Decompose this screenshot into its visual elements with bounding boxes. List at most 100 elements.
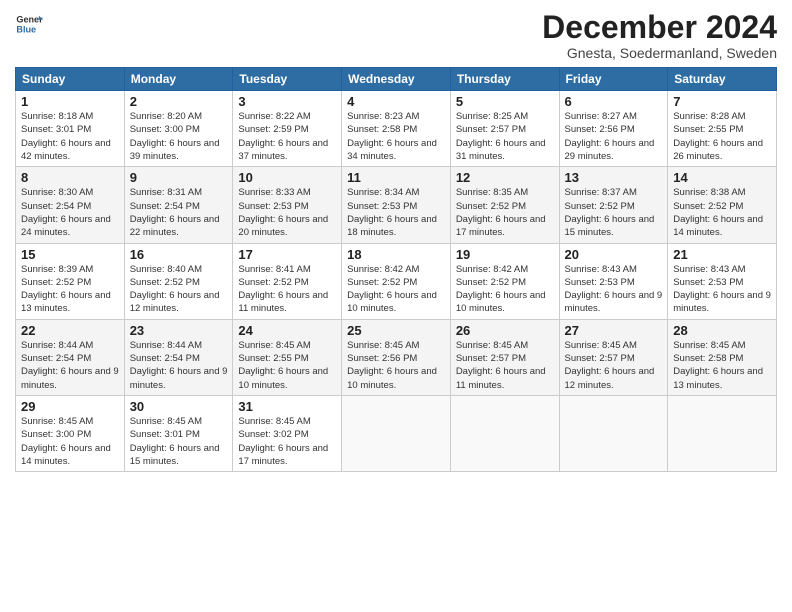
day-info: Sunrise: 8:30 AM Sunset: 2:54 PM Dayligh…: [21, 186, 119, 239]
day-info: Sunrise: 8:34 AM Sunset: 2:53 PM Dayligh…: [347, 186, 445, 239]
day-info: Sunrise: 8:39 AM Sunset: 2:52 PM Dayligh…: [21, 263, 119, 316]
calendar-cell: 9 Sunrise: 8:31 AM Sunset: 2:54 PM Dayli…: [124, 167, 233, 243]
weekday-header: Saturday: [668, 68, 777, 91]
calendar-cell: 28 Sunrise: 8:45 AM Sunset: 2:58 PM Dayl…: [668, 319, 777, 395]
calendar-cell: 6 Sunrise: 8:27 AM Sunset: 2:56 PM Dayli…: [559, 91, 668, 167]
calendar-cell: 16 Sunrise: 8:40 AM Sunset: 2:52 PM Dayl…: [124, 243, 233, 319]
header: General Blue December 2024 Gnesta, Soede…: [15, 10, 777, 61]
day-info: Sunrise: 8:35 AM Sunset: 2:52 PM Dayligh…: [456, 186, 554, 239]
day-info: Sunrise: 8:41 AM Sunset: 2:52 PM Dayligh…: [238, 263, 336, 316]
calendar-cell: 15 Sunrise: 8:39 AM Sunset: 2:52 PM Dayl…: [16, 243, 125, 319]
calendar-cell: [559, 395, 668, 471]
day-info: Sunrise: 8:27 AM Sunset: 2:56 PM Dayligh…: [565, 110, 663, 163]
day-number: 24: [238, 323, 336, 338]
calendar-cell: 1 Sunrise: 8:18 AM Sunset: 3:01 PM Dayli…: [16, 91, 125, 167]
calendar-cell: 5 Sunrise: 8:25 AM Sunset: 2:57 PM Dayli…: [450, 91, 559, 167]
calendar-cell: 29 Sunrise: 8:45 AM Sunset: 3:00 PM Dayl…: [16, 395, 125, 471]
day-number: 5: [456, 94, 554, 109]
page: General Blue December 2024 Gnesta, Soede…: [0, 0, 792, 612]
calendar-cell: 2 Sunrise: 8:20 AM Sunset: 3:00 PM Dayli…: [124, 91, 233, 167]
day-info: Sunrise: 8:42 AM Sunset: 2:52 PM Dayligh…: [347, 263, 445, 316]
day-number: 9: [130, 170, 228, 185]
day-number: 30: [130, 399, 228, 414]
day-number: 1: [21, 94, 119, 109]
day-number: 23: [130, 323, 228, 338]
weekday-header-row: SundayMondayTuesdayWednesdayThursdayFrid…: [16, 68, 777, 91]
calendar-cell: 31 Sunrise: 8:45 AM Sunset: 3:02 PM Dayl…: [233, 395, 342, 471]
day-number: 22: [21, 323, 119, 338]
calendar-cell: [450, 395, 559, 471]
day-info: Sunrise: 8:45 AM Sunset: 2:57 PM Dayligh…: [456, 339, 554, 392]
weekday-header: Thursday: [450, 68, 559, 91]
calendar-cell: 24 Sunrise: 8:45 AM Sunset: 2:55 PM Dayl…: [233, 319, 342, 395]
logo: General Blue: [15, 10, 43, 38]
day-number: 4: [347, 94, 445, 109]
day-number: 27: [565, 323, 663, 338]
day-number: 31: [238, 399, 336, 414]
calendar-week-row: 29 Sunrise: 8:45 AM Sunset: 3:00 PM Dayl…: [16, 395, 777, 471]
day-info: Sunrise: 8:45 AM Sunset: 2:56 PM Dayligh…: [347, 339, 445, 392]
day-number: 26: [456, 323, 554, 338]
calendar-cell: 26 Sunrise: 8:45 AM Sunset: 2:57 PM Dayl…: [450, 319, 559, 395]
day-info: Sunrise: 8:37 AM Sunset: 2:52 PM Dayligh…: [565, 186, 663, 239]
calendar-cell: 7 Sunrise: 8:28 AM Sunset: 2:55 PM Dayli…: [668, 91, 777, 167]
weekday-header: Sunday: [16, 68, 125, 91]
day-info: Sunrise: 8:45 AM Sunset: 2:58 PM Dayligh…: [673, 339, 771, 392]
day-info: Sunrise: 8:42 AM Sunset: 2:52 PM Dayligh…: [456, 263, 554, 316]
calendar-cell: 8 Sunrise: 8:30 AM Sunset: 2:54 PM Dayli…: [16, 167, 125, 243]
logo-icon: General Blue: [15, 10, 43, 38]
day-number: 18: [347, 247, 445, 262]
day-number: 28: [673, 323, 771, 338]
day-number: 15: [21, 247, 119, 262]
calendar-cell: 20 Sunrise: 8:43 AM Sunset: 2:53 PM Dayl…: [559, 243, 668, 319]
day-info: Sunrise: 8:45 AM Sunset: 3:02 PM Dayligh…: [238, 415, 336, 468]
calendar-cell: 27 Sunrise: 8:45 AM Sunset: 2:57 PM Dayl…: [559, 319, 668, 395]
calendar-cell: 12 Sunrise: 8:35 AM Sunset: 2:52 PM Dayl…: [450, 167, 559, 243]
weekday-header: Wednesday: [342, 68, 451, 91]
day-number: 2: [130, 94, 228, 109]
calendar-cell: [342, 395, 451, 471]
day-info: Sunrise: 8:28 AM Sunset: 2:55 PM Dayligh…: [673, 110, 771, 163]
weekday-header: Friday: [559, 68, 668, 91]
day-info: Sunrise: 8:43 AM Sunset: 2:53 PM Dayligh…: [673, 263, 771, 316]
day-info: Sunrise: 8:20 AM Sunset: 3:00 PM Dayligh…: [130, 110, 228, 163]
day-info: Sunrise: 8:45 AM Sunset: 2:57 PM Dayligh…: [565, 339, 663, 392]
calendar-cell: 4 Sunrise: 8:23 AM Sunset: 2:58 PM Dayli…: [342, 91, 451, 167]
day-info: Sunrise: 8:38 AM Sunset: 2:52 PM Dayligh…: [673, 186, 771, 239]
weekday-header: Monday: [124, 68, 233, 91]
calendar-cell: 17 Sunrise: 8:41 AM Sunset: 2:52 PM Dayl…: [233, 243, 342, 319]
calendar-cell: 3 Sunrise: 8:22 AM Sunset: 2:59 PM Dayli…: [233, 91, 342, 167]
day-number: 13: [565, 170, 663, 185]
calendar-week-row: 1 Sunrise: 8:18 AM Sunset: 3:01 PM Dayli…: [16, 91, 777, 167]
day-number: 29: [21, 399, 119, 414]
calendar-cell: 25 Sunrise: 8:45 AM Sunset: 2:56 PM Dayl…: [342, 319, 451, 395]
calendar-cell: 21 Sunrise: 8:43 AM Sunset: 2:53 PM Dayl…: [668, 243, 777, 319]
calendar-cell: 30 Sunrise: 8:45 AM Sunset: 3:01 PM Dayl…: [124, 395, 233, 471]
calendar-cell: 10 Sunrise: 8:33 AM Sunset: 2:53 PM Dayl…: [233, 167, 342, 243]
day-info: Sunrise: 8:25 AM Sunset: 2:57 PM Dayligh…: [456, 110, 554, 163]
calendar-week-row: 15 Sunrise: 8:39 AM Sunset: 2:52 PM Dayl…: [16, 243, 777, 319]
calendar-cell: 22 Sunrise: 8:44 AM Sunset: 2:54 PM Dayl…: [16, 319, 125, 395]
day-info: Sunrise: 8:43 AM Sunset: 2:53 PM Dayligh…: [565, 263, 663, 316]
day-number: 25: [347, 323, 445, 338]
calendar-cell: 23 Sunrise: 8:44 AM Sunset: 2:54 PM Dayl…: [124, 319, 233, 395]
day-info: Sunrise: 8:44 AM Sunset: 2:54 PM Dayligh…: [130, 339, 228, 392]
day-number: 14: [673, 170, 771, 185]
calendar-week-row: 8 Sunrise: 8:30 AM Sunset: 2:54 PM Dayli…: [16, 167, 777, 243]
svg-text:Blue: Blue: [16, 24, 36, 34]
day-number: 8: [21, 170, 119, 185]
day-number: 21: [673, 247, 771, 262]
title-block: December 2024 Gnesta, Soedermanland, Swe…: [542, 10, 777, 61]
day-info: Sunrise: 8:18 AM Sunset: 3:01 PM Dayligh…: [21, 110, 119, 163]
day-number: 7: [673, 94, 771, 109]
day-number: 20: [565, 247, 663, 262]
day-info: Sunrise: 8:22 AM Sunset: 2:59 PM Dayligh…: [238, 110, 336, 163]
day-info: Sunrise: 8:31 AM Sunset: 2:54 PM Dayligh…: [130, 186, 228, 239]
day-number: 11: [347, 170, 445, 185]
day-number: 10: [238, 170, 336, 185]
calendar-week-row: 22 Sunrise: 8:44 AM Sunset: 2:54 PM Dayl…: [16, 319, 777, 395]
day-info: Sunrise: 8:44 AM Sunset: 2:54 PM Dayligh…: [21, 339, 119, 392]
day-number: 19: [456, 247, 554, 262]
day-info: Sunrise: 8:40 AM Sunset: 2:52 PM Dayligh…: [130, 263, 228, 316]
calendar-cell: [668, 395, 777, 471]
